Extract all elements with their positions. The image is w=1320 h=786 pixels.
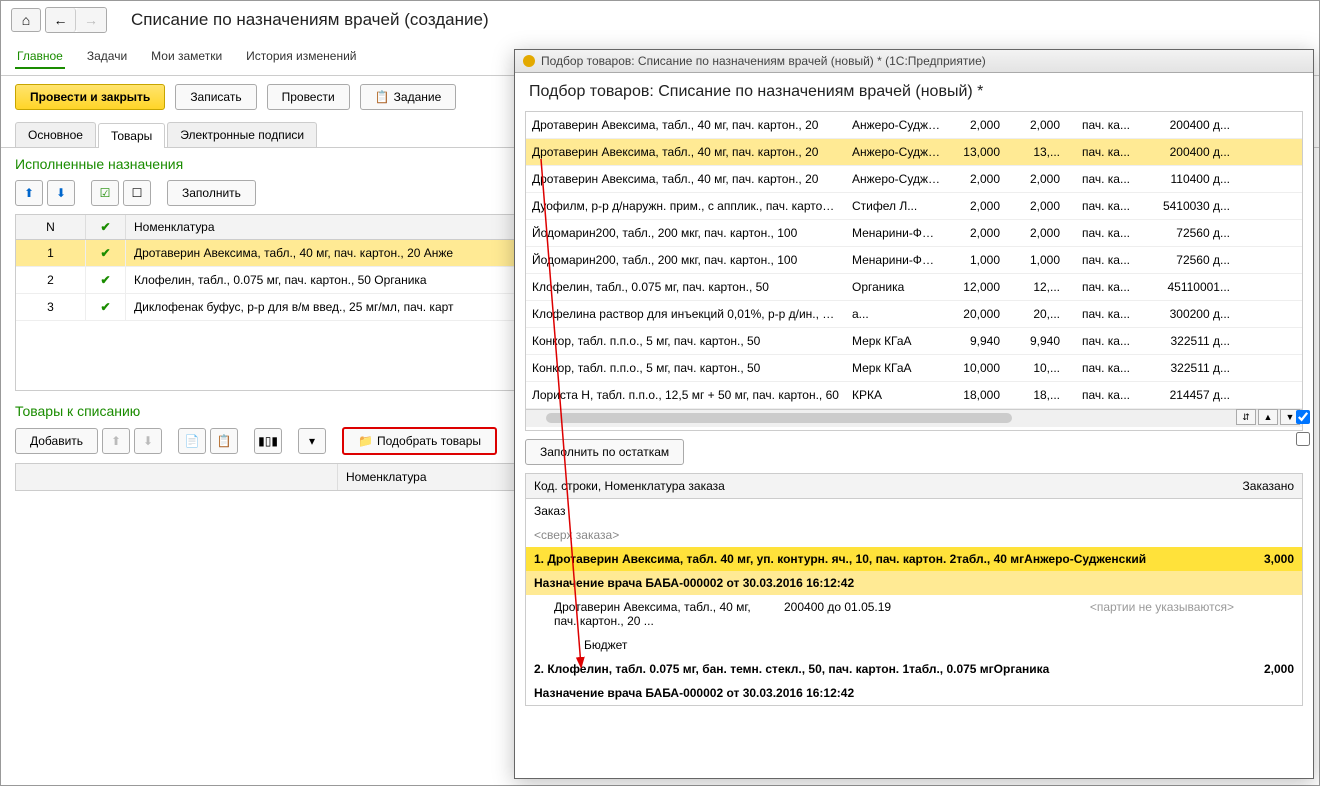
side-checkbox-1[interactable] [1296,410,1310,424]
tab-main[interactable]: Главное [15,45,65,69]
home-icon[interactable]: ⌂ [11,8,41,32]
page-title: Списание по назначениям врачей (создание… [131,10,489,30]
task-button[interactable]: 📋Задание [360,84,457,110]
pick-items-button[interactable]: 📁Подобрать товары [342,427,497,455]
move-down-icon[interactable]: ⬇ [47,180,75,206]
horizontal-scrollbar[interactable]: ⇵ ▲ ▼ [526,409,1302,427]
stock-grid-row[interactable]: Дуофилм, р-р д/наружн. прим., с апплик.,… [526,193,1302,220]
tab-history[interactable]: История изменений [244,45,358,69]
side-checkbox-2[interactable] [1296,432,1310,446]
stock-grid-row[interactable]: Клофелин, табл., 0.075 мг, пач. картон.,… [526,274,1302,301]
barcode-icon[interactable]: ▮▯▮ [254,428,282,454]
subtab-main[interactable]: Основное [15,122,96,147]
sort-reset-icon[interactable]: ⇵ [1236,409,1256,425]
order-item-2-doc: Назначение врача БАБА-000002 от 30.03.20… [526,681,1302,705]
subtab-signatures[interactable]: Электронные подписи [167,122,317,147]
fill-button[interactable]: Заполнить [167,180,256,206]
check-icon[interactable]: ✔ [100,246,110,260]
stock-grid-row[interactable]: Дротаверин Авексима, табл., 40 мг, пач. … [526,166,1302,193]
top-nav: ⌂ ← → Списание по назначениям врачей (со… [1,1,1319,39]
stock-grid-row[interactable]: Йодомарин200, табл., 200 мкг, пач. карто… [526,247,1302,274]
stock-grid[interactable]: Дротаверин Авексима, табл., 40 мг, пач. … [525,111,1303,431]
side-controls [1296,410,1310,446]
stock-grid-row[interactable]: Лориста Н, табл. п.п.о., 12,5 мг + 50 мг… [526,382,1302,409]
order-item-1-detail[interactable]: Дротаверин Авексима, табл., 40 мг, пач. … [526,595,1302,633]
pick-items-dialog: Подбор товаров: Списание по назначениям … [514,49,1314,779]
task-icon: 📋 [375,90,390,104]
check-icon[interactable]: ✔ [100,273,110,287]
sort-asc-icon[interactable]: ▲ [1258,409,1278,425]
main-window: ⌂ ← → Списание по назначениям врачей (со… [0,0,1320,786]
order-head-qty[interactable]: Заказано [1212,474,1302,498]
order-item-2[interactable]: 2. Клофелин, табл. 0.075 мг, бан. темн. … [526,657,1302,681]
stock-grid-row[interactable]: Конкор, табл. п.п.о., 5 мг, пач. картон.… [526,355,1302,382]
filter-icon[interactable]: ▾ [298,428,326,454]
order-item-1-budget: Бюджет [526,633,1302,657]
dialog-header: Подбор товаров: Списание по назначениям … [515,73,1313,107]
order-item-1[interactable]: 1. Дротаверин Авексима, табл. 40 мг, уп.… [526,547,1302,571]
dialog-titlebar[interactable]: Подбор товаров: Списание по назначениям … [515,50,1313,73]
paste-icon[interactable]: 📋 [210,428,238,454]
check-all-icon[interactable]: ☑ [91,180,119,206]
check-icon[interactable]: ✔ [100,300,110,314]
over-order-label[interactable]: <сверх заказа> [526,523,1302,547]
order-body: Заказ <сверх заказа> 1. Дротаверин Авекс… [525,499,1303,706]
col-check-header[interactable]: ✔ [86,215,126,239]
check-icon: ✔ [100,220,110,234]
fill-by-remains-button[interactable]: Заполнить по остаткам [525,439,684,465]
tab-tasks[interactable]: Задачи [85,45,129,69]
app-logo-icon [523,55,535,67]
folder-icon: 📁 [358,434,373,448]
tab-notes[interactable]: Мои заметки [149,45,224,69]
copy-icon[interactable]: 📄 [178,428,206,454]
stock-grid-row[interactable]: Йодомарин200, табл., 200 мкг, пач. карто… [526,220,1302,247]
back-icon[interactable]: ← [46,8,76,32]
move-up-icon[interactable]: ⬆ [15,180,43,206]
stock-grid-row[interactable]: Дротаверин Авексима, табл., 40 мг, пач. … [526,139,1302,166]
uncheck-all-icon[interactable]: ☐ [123,180,151,206]
order-item-1-doc: Назначение врача БАБА-000002 от 30.03.20… [526,571,1302,595]
post-button[interactable]: Провести [267,84,350,110]
order-head-code[interactable]: Код. строки, Номенклатура заказа [526,474,1212,498]
move-up-icon[interactable]: ⬆ [102,428,130,454]
stock-grid-row[interactable]: Клофелина раствор для инъекций 0,01%, р-… [526,301,1302,328]
add-button[interactable]: Добавить [15,428,98,454]
save-button[interactable]: Записать [175,84,256,110]
move-down-icon[interactable]: ⬇ [134,428,162,454]
forward-icon[interactable]: → [76,8,106,32]
stock-grid-row[interactable]: Конкор, табл. п.п.о., 5 мг, пач. картон.… [526,328,1302,355]
col-n[interactable]: N [16,215,86,239]
order-table-head: Код. строки, Номенклатура заказа Заказан… [525,473,1303,499]
order-zakaz-label: Заказ [526,499,1302,523]
stock-grid-row[interactable]: Дротаверин Авексима, табл., 40 мг, пач. … [526,112,1302,139]
post-and-close-button[interactable]: Провести и закрыть [15,84,165,110]
subtab-goods[interactable]: Товары [98,123,165,148]
